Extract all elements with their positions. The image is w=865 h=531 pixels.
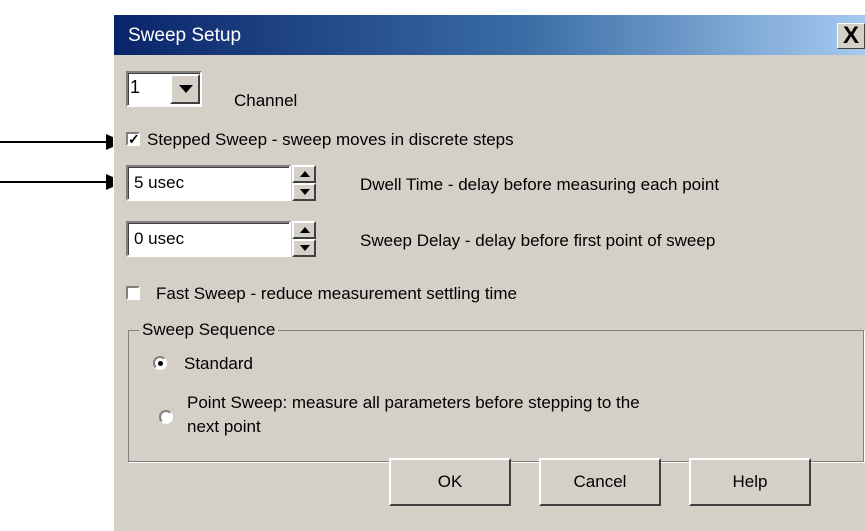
dwell-time-label: Dwell Time - delay before measuring each… xyxy=(360,175,720,194)
spin-down-icon[interactable] xyxy=(292,239,316,257)
chevron-down-icon xyxy=(179,85,193,93)
channel-value: 1 xyxy=(130,77,141,97)
standard-radio[interactable] xyxy=(153,356,167,370)
checkmark-icon: ✓ xyxy=(128,131,140,147)
close-icon: X xyxy=(842,22,859,49)
spin-up-icon[interactable] xyxy=(292,221,316,239)
fast-sweep-checkbox[interactable] xyxy=(126,286,140,300)
channel-dropdown-button[interactable] xyxy=(170,74,200,104)
sweep-sequence-title: Sweep Sequence xyxy=(139,320,279,340)
close-button[interactable]: X xyxy=(837,23,865,49)
dwell-time-spinner[interactable] xyxy=(292,165,316,201)
channel-select[interactable]: 1 xyxy=(126,71,202,107)
annotation-arrow-dwell-time xyxy=(0,174,124,190)
spin-up-icon[interactable] xyxy=(292,165,316,183)
sweep-setup-dialog: Sweep Setup X 1 Channel ✓ Stepped Sweep … xyxy=(113,14,865,531)
dialog-title: Sweep Setup xyxy=(128,25,242,46)
point-sweep-radio[interactable] xyxy=(159,410,173,424)
title-bar[interactable]: Sweep Setup X xyxy=(114,15,865,55)
spin-down-icon[interactable] xyxy=(292,183,316,201)
dwell-time-value: 5 usec xyxy=(134,173,185,192)
standard-label[interactable]: Standard xyxy=(184,354,253,374)
sweep-delay-spinner[interactable] xyxy=(292,221,316,257)
channel-label: Channel xyxy=(234,91,298,110)
fast-sweep-label[interactable]: Fast Sweep - reduce measurement settling… xyxy=(156,284,517,304)
annotation-arrow-stepped-sweep xyxy=(0,134,124,150)
ok-button[interactable]: OK xyxy=(389,458,511,506)
dwell-time-input[interactable]: 5 usec xyxy=(126,165,291,201)
sweep-delay-label: Sweep Delay - delay before first point o… xyxy=(360,231,716,250)
cancel-button[interactable]: Cancel xyxy=(539,458,661,506)
point-sweep-label-line2[interactable]: next point xyxy=(187,417,261,437)
sweep-delay-input[interactable]: 0 usec xyxy=(126,221,291,257)
sweep-delay-value: 0 usec xyxy=(134,229,185,248)
help-button[interactable]: Help xyxy=(689,458,811,506)
radio-selected-icon xyxy=(158,361,163,366)
stepped-sweep-checkbox[interactable]: ✓ xyxy=(126,132,140,146)
stepped-sweep-label[interactable]: Stepped Sweep - sweep moves in discrete … xyxy=(147,130,514,150)
point-sweep-label-line1[interactable]: Point Sweep: measure all parameters befo… xyxy=(187,393,640,413)
sweep-sequence-group: Sweep Sequence Standard Point Sweep: mea… xyxy=(128,320,864,462)
